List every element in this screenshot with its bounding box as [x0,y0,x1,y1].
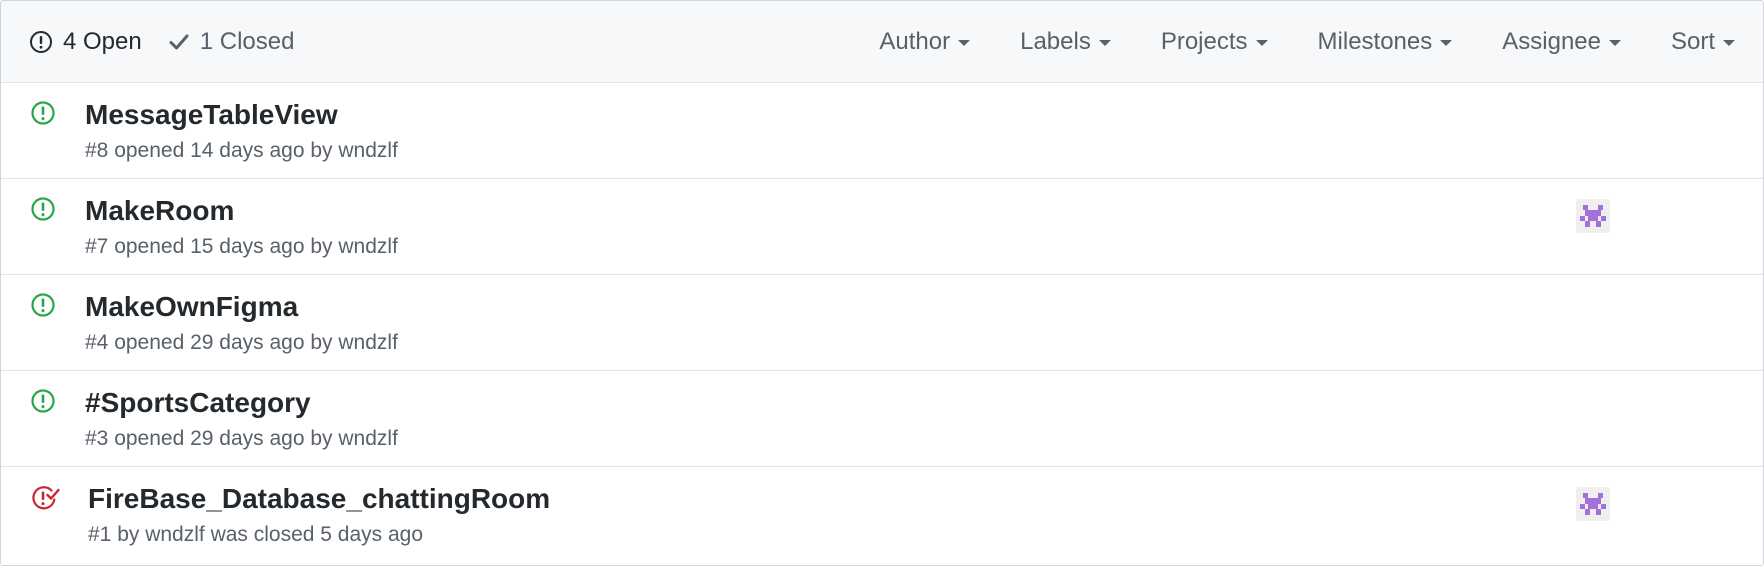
closed-issues-link[interactable]: 1 Closed [168,27,295,56]
sort-filter-label: Sort [1670,27,1715,55]
issue-row: #SportsCategory #3 opened 29 days ago by… [1,371,1763,467]
issue-meta: #4 opened 29 days ago by wndzlf [85,331,398,354]
assignee-filter-label: Assignee [1502,27,1601,55]
author-filter-label: Author [879,27,951,55]
issue-meta: #3 opened 29 days ago by wndzlf [85,427,398,450]
issues-list-box: 4 Open 1 Closed Author Labels Projects M… [0,0,1764,566]
caret-down-icon [1723,39,1735,46]
issue-meta: #7 opened 15 days ago by wndzlf [85,235,398,258]
issues-list-header: 4 Open 1 Closed Author Labels Projects M… [1,1,1763,83]
projects-filter-label: Projects [1160,27,1248,55]
issue-title-link[interactable]: FireBase_Database_chattingRoom [88,483,550,515]
issue-meta: #8 opened 14 days ago by wndzlf [85,139,398,162]
caret-down-icon [1440,39,1453,46]
state-toggles: 4 Open 1 Closed [29,28,294,56]
caret-down-icon [1098,39,1111,46]
check-icon [168,31,190,53]
assignee-avatar[interactable] [1576,199,1610,233]
issue-meta: #1 by wndzlf was closed 5 days ago [88,523,424,546]
projects-filter[interactable]: Projects [1161,28,1268,56]
author-filter[interactable]: Author [879,27,971,56]
issue-row: MakeOwnFigma #4 opened 29 days ago by wn… [1,275,1763,371]
caret-down-icon [1608,39,1621,46]
milestones-filter[interactable]: Milestones [1318,28,1453,56]
issue-row: FireBase_Database_chattingRoom #1 by wnd… [1,467,1763,563]
labels-filter[interactable]: Labels [1020,28,1111,56]
closed-count-label: 1 Closed [199,27,295,55]
caret-down-icon [1255,39,1268,46]
open-count-label: 4 Open [63,27,142,55]
issue-title-link[interactable]: MakeRoom [85,195,234,227]
assignee-avatar[interactable] [1576,487,1610,521]
issue-closed-icon [31,485,61,516]
caret-down-icon [958,39,971,46]
assignee-filter[interactable]: Assignee [1502,28,1621,56]
issue-opened-icon [30,100,56,131]
issue-opened-icon [30,388,56,419]
issue-opened-icon [30,196,56,227]
sort-filter[interactable]: Sort [1671,28,1735,56]
labels-filter-label: Labels [1020,27,1091,55]
open-issues-link[interactable]: 4 Open [29,28,142,56]
issue-title-link[interactable]: MessageTableView [85,99,338,131]
issue-title-link[interactable]: #SportsCategory [85,387,311,419]
issue-row: MessageTableView #8 opened 14 days ago b… [1,83,1763,179]
filter-bar: Author Labels Projects Milestones Assign… [879,28,1735,56]
milestones-filter-label: Milestones [1317,27,1433,55]
issue-opened-icon [30,292,56,323]
issue-opened-icon [29,30,53,54]
issue-row: MakeRoom #7 opened 15 days ago by wndzlf [1,179,1763,275]
issue-title-link[interactable]: MakeOwnFigma [85,291,298,323]
